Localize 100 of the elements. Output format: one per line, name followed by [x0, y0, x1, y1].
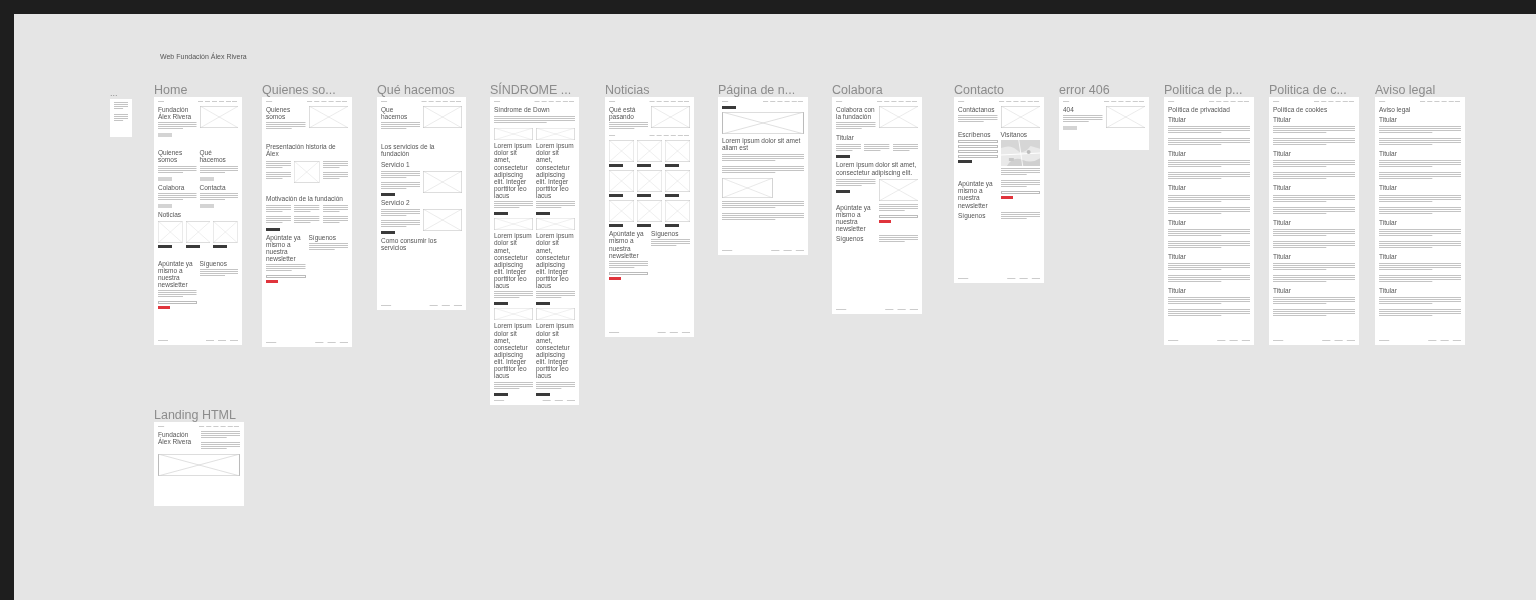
button-placeholder — [158, 306, 170, 310]
input-field — [609, 271, 648, 275]
text-lines-drawing — [864, 144, 890, 154]
frame-label[interactable]: Politica de p... — [1164, 83, 1243, 96]
text-lines-drawing — [308, 242, 348, 252]
button-placeholder — [536, 392, 550, 396]
text-lines-drawing — [266, 204, 292, 214]
text-lines-drawing — [836, 178, 876, 188]
text-lines-drawing — [158, 290, 197, 300]
frame-label[interactable]: error 406 — [1059, 83, 1110, 96]
text-lines-drawing — [266, 264, 306, 274]
button-placeholder — [536, 302, 550, 306]
image-placeholder — [665, 140, 690, 163]
frame-label[interactable]: Landing HTML — [154, 408, 236, 421]
text-lines-drawing — [536, 381, 575, 391]
button-placeholder — [266, 280, 278, 284]
image-placeholder — [536, 128, 575, 141]
image-placeholder — [494, 218, 533, 231]
image-placeholder — [651, 106, 690, 128]
text-lines-drawing — [294, 204, 320, 214]
image-placeholder — [637, 170, 662, 193]
image-placeholder — [722, 178, 773, 199]
image-placeholder — [637, 140, 662, 163]
button-placeholder — [609, 164, 623, 168]
text-lines-drawing — [322, 171, 348, 181]
button-placeholder — [836, 155, 850, 159]
button-placeholder — [536, 212, 550, 216]
image-placeholder — [308, 106, 348, 128]
image-placeholder — [423, 208, 462, 231]
input-field — [266, 275, 306, 279]
image-placeholder — [665, 170, 690, 193]
button-placeholder — [637, 194, 651, 198]
image-placeholder — [609, 140, 634, 163]
text-lines-drawing — [322, 215, 348, 225]
text-lines-drawing — [322, 204, 348, 214]
frame-label[interactable]: Qué hacemos — [377, 83, 455, 96]
text-lines-drawing — [266, 160, 292, 170]
text-lines-drawing — [266, 122, 306, 132]
text-lines-drawing — [1000, 180, 1040, 190]
text-lines-drawing — [381, 219, 420, 229]
input-field — [1000, 191, 1040, 195]
frame-label[interactable]: Home — [154, 83, 188, 96]
image-placeholder — [878, 178, 918, 201]
text-lines-drawing — [294, 215, 320, 225]
text-lines-drawing — [381, 181, 420, 191]
frame-label[interactable]: SÍNDROME ... — [490, 83, 572, 96]
image-placeholder — [494, 308, 533, 321]
image-placeholder — [213, 220, 238, 243]
frame-label[interactable]: Politica de c... — [1269, 83, 1347, 96]
button-placeholder — [609, 224, 623, 228]
image-placeholder — [199, 106, 238, 128]
text-lines-drawing — [609, 260, 648, 270]
frame-label[interactable]: ... — [110, 89, 118, 98]
text-lines-drawing — [536, 201, 575, 211]
input-field — [878, 214, 918, 218]
image-placeholder — [1105, 106, 1145, 128]
button-placeholder — [1063, 126, 1077, 131]
text-lines-drawing — [381, 208, 420, 218]
text-lines-drawing — [609, 122, 648, 132]
button-placeholder — [494, 302, 508, 306]
image-placeholder — [423, 170, 462, 193]
button-placeholder — [836, 189, 850, 193]
frame-label[interactable]: Colabora — [832, 83, 883, 96]
button-placeholder — [158, 244, 172, 248]
text-lines-drawing — [958, 115, 998, 125]
text-lines-drawing — [494, 201, 533, 211]
text-lines-drawing — [158, 192, 197, 202]
image-placeholder — [494, 128, 533, 141]
frame-label[interactable]: Aviso legal — [1375, 83, 1436, 96]
button-placeholder — [665, 164, 679, 168]
button-placeholder — [878, 219, 891, 223]
image-placeholder — [158, 220, 183, 243]
text-lines-drawing — [266, 215, 292, 225]
text-lines-drawing — [266, 171, 292, 181]
button-placeholder — [637, 224, 651, 228]
frame-label[interactable]: Noticias — [605, 83, 650, 96]
image-placeholder — [609, 170, 634, 193]
button-placeholder — [494, 392, 508, 396]
image-placeholder — [878, 106, 918, 128]
text-lines-drawing — [836, 144, 862, 154]
button-placeholder — [958, 160, 972, 164]
button-placeholder — [722, 106, 736, 109]
text-lines-drawing — [651, 239, 690, 249]
frame-label[interactable]: Página de n... — [718, 83, 796, 96]
text-lines-drawing — [494, 381, 533, 391]
image-placeholder — [536, 308, 575, 321]
button-placeholder — [213, 244, 228, 248]
text-lines-drawing — [158, 165, 197, 175]
button-placeholder — [381, 230, 395, 234]
button-placeholder — [665, 194, 679, 198]
text-lines-drawing — [892, 144, 918, 154]
button-placeholder — [381, 192, 395, 196]
text-lines-drawing — [199, 269, 238, 278]
text-lines-drawing — [878, 235, 918, 245]
button-placeholder — [609, 276, 621, 280]
text-lines-drawing — [158, 122, 197, 132]
text-lines-drawing — [536, 291, 575, 301]
button-placeholder — [158, 176, 172, 181]
frame-label[interactable]: Quienes so... — [262, 83, 336, 96]
frame-label[interactable]: Contacto — [954, 83, 1005, 96]
